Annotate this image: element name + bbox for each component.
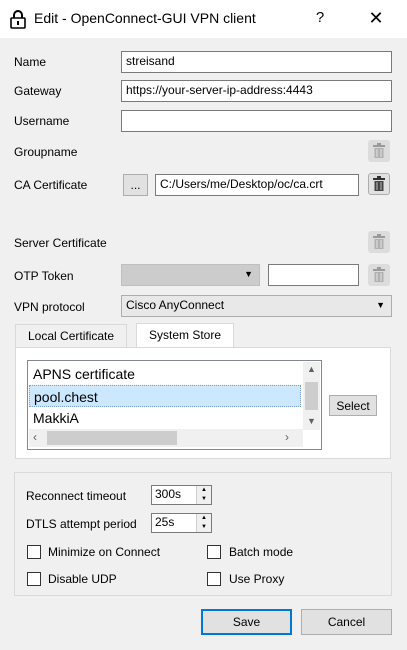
otp-token-field[interactable] xyxy=(268,264,359,286)
disable-udp-checkbox[interactable] xyxy=(27,572,41,586)
otp-type-select[interactable]: ▼ xyxy=(121,264,260,286)
server-cert-clear-icon xyxy=(368,231,390,253)
batch-mode-label: Batch mode xyxy=(229,545,294,559)
ca-certificate-field[interactable]: C:/Users/me/Desktop/oc/ca.crt xyxy=(155,174,359,196)
scroll-down-icon[interactable]: ▼ xyxy=(303,416,320,426)
username-label: Username xyxy=(14,114,70,128)
spin-arrows-icon[interactable]: ▲ ▼ xyxy=(196,514,211,532)
list-item[interactable]: APNS certificate xyxy=(29,363,301,385)
help-button[interactable]: ? xyxy=(312,9,328,26)
spin-arrows-icon[interactable]: ▲ ▼ xyxy=(196,486,211,504)
groupname-label: Groupname xyxy=(14,145,78,159)
server-certificate-label: Server Certificate xyxy=(14,236,107,250)
use-proxy-checkbox[interactable] xyxy=(207,572,221,586)
close-button[interactable]: ✕ xyxy=(366,8,386,29)
scroll-right-icon[interactable]: › xyxy=(285,430,289,444)
scroll-up-icon[interactable]: ▲ xyxy=(303,364,320,374)
name-field[interactable]: streisand xyxy=(121,51,392,73)
minimize-on-connect-label: Minimize on Connect xyxy=(48,545,161,559)
lock-icon xyxy=(9,10,27,29)
window-title: Edit - OpenConnect-GUI VPN client xyxy=(34,10,256,26)
dtls-attempt-value: 25s xyxy=(155,515,175,529)
horizontal-scroll-thumb[interactable] xyxy=(47,431,177,445)
ca-certificate-label: CA Certificate xyxy=(14,178,88,192)
ca-browse-button[interactable]: ... xyxy=(123,174,148,196)
minimize-on-connect-checkbox[interactable] xyxy=(27,545,41,559)
title-bar: Edit - OpenConnect-GUI VPN client ? ✕ xyxy=(0,0,407,38)
select-button[interactable]: Select xyxy=(329,395,377,416)
vpn-protocol-value: Cisco AnyConnect xyxy=(126,298,225,312)
disable-udp-label: Disable UDP xyxy=(48,572,117,586)
vertical-scroll-thumb[interactable] xyxy=(305,382,318,410)
chevron-down-icon: ▼ xyxy=(376,300,385,310)
list-item-selected[interactable]: pool.chest xyxy=(29,385,301,407)
dtls-attempt-period-label: DTLS attempt period xyxy=(26,517,137,531)
reconnect-timeout-label: Reconnect timeout xyxy=(26,489,127,503)
vpn-protocol-select[interactable]: Cisco AnyConnect ▼ xyxy=(121,295,392,317)
groupname-clear-icon xyxy=(368,140,390,162)
horizontal-scrollbar[interactable]: ‹ › xyxy=(29,429,303,447)
otp-token-label: OTP Token xyxy=(14,269,74,283)
save-button[interactable]: Save xyxy=(201,609,292,635)
ca-clear-icon[interactable] xyxy=(368,173,390,195)
batch-mode-checkbox[interactable] xyxy=(207,545,221,559)
username-field[interactable] xyxy=(121,110,392,132)
tab-system-store[interactable]: System Store xyxy=(136,323,235,349)
otp-clear-icon xyxy=(368,264,390,286)
vpn-protocol-label: VPN protocol xyxy=(14,300,85,314)
scroll-left-icon[interactable]: ‹ xyxy=(33,430,37,444)
cancel-button[interactable]: Cancel xyxy=(301,609,392,635)
reconnect-timeout-value: 300s xyxy=(155,487,182,501)
tab-local-certificate[interactable]: Local Certificate xyxy=(15,324,128,348)
name-label: Name xyxy=(14,55,47,69)
dtls-attempt-spinbox[interactable]: 25s ▲ ▼ xyxy=(151,513,212,533)
reconnect-timeout-spinbox[interactable]: 300s ▲ ▼ xyxy=(151,485,212,505)
use-proxy-label: Use Proxy xyxy=(229,572,285,586)
list-item[interactable]: MakkiA xyxy=(29,407,301,429)
chevron-down-icon: ▼ xyxy=(244,269,253,279)
gateway-field[interactable]: https://your-server-ip-address:4443 xyxy=(121,80,392,102)
gateway-label: Gateway xyxy=(14,84,62,98)
vertical-scrollbar[interactable]: ▲ ▼ xyxy=(303,362,320,430)
certificate-list[interactable]: APNS certificate pool.chest MakkiA ▲ ▼ ‹… xyxy=(27,360,322,450)
